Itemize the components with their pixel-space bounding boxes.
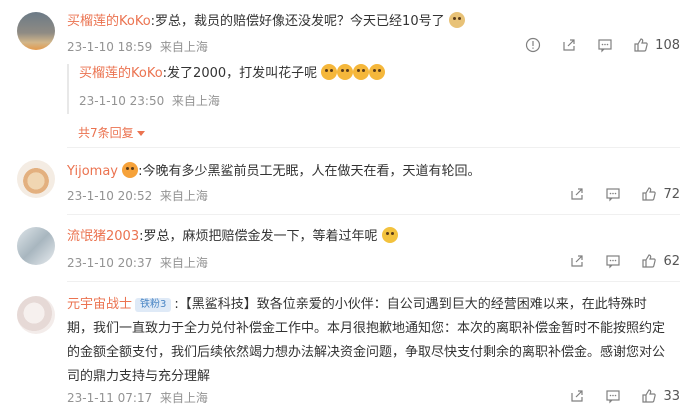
comment-icon	[606, 188, 621, 202]
comment-button[interactable]	[605, 186, 621, 202]
like-button[interactable]: 72	[641, 186, 680, 202]
comment-body: 元宇宙战士 铁粉3:【黑鲨科技】致各位亲爱的小伙伴：自公司遇到巨大的经营困难以来，…	[67, 293, 682, 389]
fan-badge[interactable]: 铁粉3	[135, 298, 172, 312]
more-replies-label: 共7条回复	[78, 126, 134, 140]
more-replies-link[interactable]: 共7条回复	[78, 124, 145, 141]
comment-meta: 23-1-10 20:52 来自上海	[67, 187, 208, 204]
timestamp: 23-1-10 18:59	[67, 40, 153, 54]
comment-icon	[606, 255, 621, 269]
like-icon	[642, 254, 657, 268]
comment-meta: 23-1-10 20:37 来自上海	[67, 254, 208, 271]
divider	[67, 281, 680, 282]
location: 来自上海	[159, 40, 208, 54]
timestamp: 23-1-11 07:17	[67, 391, 153, 405]
like-button[interactable]: 33	[641, 388, 680, 404]
share-button[interactable]	[569, 186, 585, 202]
comment-text-line: 的金额全额支付，我们后续依然竭力想办法解决资金问题，争取尽快支付剩余的离职补偿金…	[67, 345, 666, 360]
like-button[interactable]: 62	[641, 253, 680, 269]
username[interactable]: 买榴莲的KoKo	[67, 14, 151, 29]
share-button[interactable]	[561, 37, 577, 53]
cry-emoji-icon	[381, 227, 398, 243]
timestamp: 23-1-10 20:52	[67, 189, 153, 203]
avatar[interactable]	[17, 296, 55, 334]
reply-text: :发了2000，打发叫花子呢	[162, 66, 318, 81]
angry-emoji-icon	[337, 64, 354, 80]
avatar[interactable]	[17, 160, 55, 198]
comment-actions: 62	[549, 253, 680, 269]
like-count: 108	[655, 37, 680, 53]
like-count: 33	[663, 388, 680, 404]
comment-actions: 33	[549, 388, 680, 404]
comment-button[interactable]	[597, 37, 613, 53]
username[interactable]: 元宇宙战士	[67, 297, 132, 312]
like-icon	[642, 187, 657, 201]
comment-button[interactable]	[605, 388, 621, 404]
comment-body: Yijomay :今晚有多少黑鲨前员工无眠，人在做天在看，天道有轮回。	[67, 162, 481, 182]
comment-body: 买榴莲的KoKo:罗总，裁员的赔偿好像还没发呢？今天已经10号了	[67, 12, 465, 32]
like-count: 72	[663, 186, 680, 202]
share-button[interactable]	[569, 253, 585, 269]
comment-text-line: :【黑鲨科技】致各位亲爱的小伙伴：自公司遇到巨大的经营困难以来，在此特殊时	[174, 297, 647, 312]
comment-text: :罗总，麻烦把赔偿金发一下，等着过年呢	[139, 229, 378, 244]
comment-text-line: 期，我们一直致力于全力兑付补偿金工作中。本月很抱歉地通知您：本次的离职补偿金暂时…	[67, 321, 666, 336]
angry-emoji-icon	[353, 64, 370, 80]
comment-icon	[598, 39, 612, 53]
share-icon	[563, 39, 575, 51]
info-icon	[526, 37, 541, 53]
doge-emoji-icon	[448, 12, 465, 28]
share-icon	[571, 188, 584, 200]
location: 来自上海	[171, 94, 220, 108]
comment-text: :今晚有多少黑鲨前员工无眠，人在做天在看，天道有轮回。	[138, 164, 481, 179]
reply-meta: 23-1-10 23:50 来自上海	[79, 92, 220, 109]
reply-thread: 买榴莲的KoKo:发了2000，打发叫花子呢 23-1-10 23:50 来自上…	[67, 64, 649, 114]
reply-username[interactable]: 买榴莲的KoKo	[79, 66, 163, 81]
comment-meta: 23-1-10 18:59 来自上海	[67, 38, 208, 55]
divider	[67, 214, 680, 215]
reply-body: 买榴莲的KoKo:发了2000，打发叫花子呢	[79, 64, 386, 84]
timestamp: 23-1-10 20:37	[67, 256, 153, 270]
angry-emoji-icon	[369, 64, 386, 80]
like-icon	[642, 389, 657, 403]
divider	[67, 147, 680, 148]
location: 来自上海	[159, 256, 208, 270]
comment-body: 流氓猪2003:罗总，麻烦把赔偿金发一下，等着过年呢	[67, 227, 398, 247]
fire-icon	[122, 162, 139, 178]
info-button[interactable]	[525, 37, 541, 53]
comment-icon	[606, 390, 621, 404]
location: 来自上海	[159, 189, 208, 203]
avatar[interactable]	[17, 12, 55, 50]
like-button[interactable]: 108	[633, 37, 680, 53]
timestamp: 23-1-10 23:50	[79, 94, 165, 108]
comment-button[interactable]	[605, 253, 621, 269]
share-button[interactable]	[569, 388, 585, 404]
like-icon	[634, 38, 648, 52]
angry-emoji-icon	[321, 64, 338, 80]
share-icon	[571, 255, 584, 267]
comment-meta: 23-1-11 07:17 来自上海	[67, 389, 208, 406]
username[interactable]: Yijomay	[67, 164, 118, 179]
caret-down-icon	[136, 131, 145, 136]
share-icon	[571, 390, 584, 402]
comment-text: :罗总，裁员的赔偿好像还没发呢？今天已经10号了	[150, 14, 445, 29]
username[interactable]: 流氓猪2003	[67, 229, 139, 244]
location: 来自上海	[159, 391, 208, 405]
like-count: 62	[663, 253, 680, 269]
avatar[interactable]	[17, 227, 55, 265]
comment-actions: 72	[549, 186, 680, 202]
comment-actions: 108	[505, 37, 680, 53]
comment-text-line: 司的鼎力支持与充分理解	[67, 369, 211, 384]
